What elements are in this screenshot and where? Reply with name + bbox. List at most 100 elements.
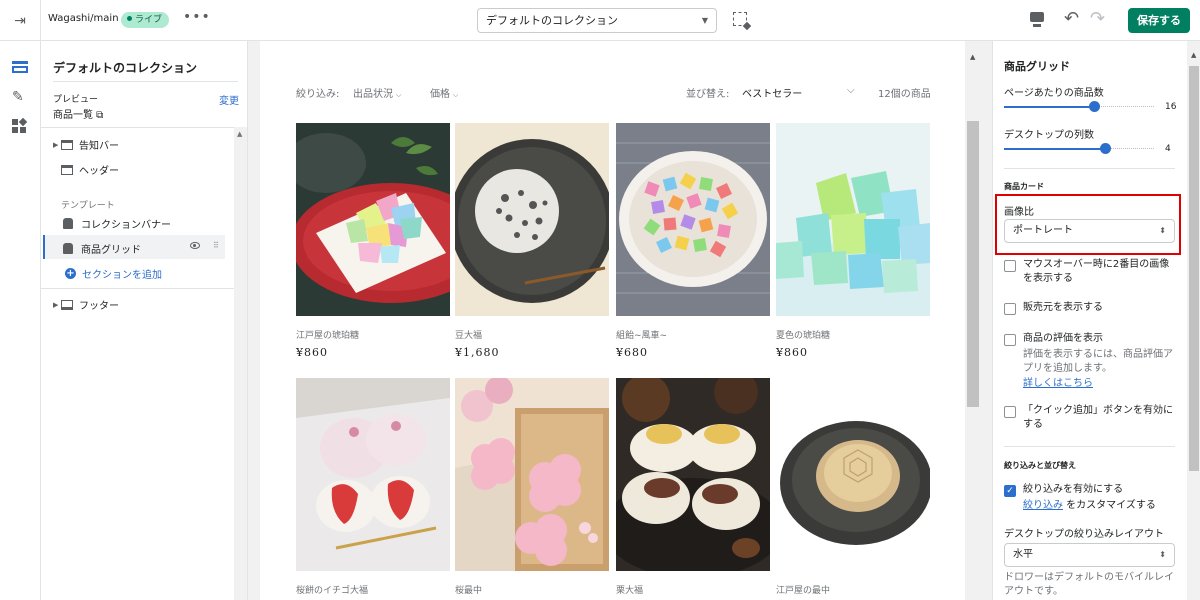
product-image[interactable] xyxy=(296,378,450,571)
divider xyxy=(41,127,234,128)
scroll-up-icon[interactable]: ▲ xyxy=(970,53,975,61)
image-ratio-value: ポートレート xyxy=(1013,225,1073,236)
customize-filter-link[interactable]: 絞り込み xyxy=(1023,500,1063,511)
quick-add-label: 「クイック追加」ボタンを有効にする xyxy=(1023,405,1173,430)
product-name[interactable]: 桜餅のイチゴ大福 xyxy=(296,583,368,596)
sidebar-scrollbar[interactable]: ▲ xyxy=(234,127,247,600)
chevron-right-icon[interactable]: ▶ xyxy=(53,301,61,309)
filter-layout-label: デスクトップの絞り込みレイアウト xyxy=(1004,529,1164,540)
learn-more-link[interactable]: 詳しくはこちら xyxy=(1023,377,1175,391)
image-ratio-select[interactable]: ポートレート ⬍ xyxy=(1004,219,1175,243)
scroll-thumb[interactable] xyxy=(967,121,979,407)
desktop-device-icon[interactable] xyxy=(1030,12,1044,28)
exit-icon[interactable]: ⇥ xyxy=(10,11,30,31)
save-button[interactable]: 保存する xyxy=(1128,8,1190,33)
product-image[interactable] xyxy=(455,123,609,316)
divider xyxy=(40,0,41,40)
products-per-page-value: 16 xyxy=(1165,102,1177,112)
inspector-icon[interactable] xyxy=(733,12,747,26)
product-price: ¥1,680 xyxy=(455,346,500,359)
filter-availability[interactable]: 出品状況 ⌵ xyxy=(353,85,401,100)
visibility-icon[interactable] xyxy=(190,242,200,249)
filter-price-label: 価格 xyxy=(430,89,450,100)
drag-handle-icon[interactable]: ⠿ xyxy=(213,241,219,250)
sidebar-item-label: ヘッダー xyxy=(79,166,119,177)
sort-select[interactable]: ベストセラー xyxy=(742,85,802,100)
hover-image-checkbox[interactable] xyxy=(1004,260,1016,272)
sidebar-item-announcement-bar[interactable]: ▶ 告知バー xyxy=(53,137,119,152)
sections-sidebar: デフォルトのコレクション プレビュー 変更 商品一覧 ⧉ ▶ 告知バー ヘッダー… xyxy=(41,41,248,600)
product-image[interactable] xyxy=(616,123,770,316)
sections-icon[interactable] xyxy=(12,59,28,75)
chevron-down-icon: ⌵ xyxy=(396,91,402,99)
live-badge: ライブ xyxy=(121,12,170,28)
product-name[interactable]: 夏色の琥珀糖 xyxy=(776,328,830,341)
live-dot-icon xyxy=(127,16,132,21)
products-per-page-slider[interactable] xyxy=(1004,101,1154,112)
app-embeds-icon[interactable] xyxy=(12,117,28,135)
sidebar-item-header[interactable]: ヘッダー xyxy=(53,162,119,177)
slider-knob[interactable] xyxy=(1089,101,1100,112)
plus-circle-icon: + xyxy=(65,268,76,279)
sidebar-item-footer[interactable]: ▶ フッター xyxy=(53,297,119,312)
add-section-label: セクションを追加 xyxy=(82,270,162,281)
product-name[interactable]: 桜最中 xyxy=(455,583,482,596)
theme-settings-icon[interactable]: ✎ xyxy=(12,89,28,105)
undo-icon[interactable]: ↶ xyxy=(1064,8,1079,29)
add-section-button[interactable]: + セクションを追加 xyxy=(65,266,162,281)
change-preview-link[interactable]: 変更 xyxy=(219,92,239,107)
sidebar-item-collection-banner[interactable]: コレクションバナー xyxy=(53,216,171,231)
select-caret-icon: ⬍ xyxy=(1159,226,1166,235)
scroll-up-icon[interactable]: ▲ xyxy=(1191,51,1196,59)
drawer-note: ドロワーはデフォルトのモバイルレイアウトです。 xyxy=(1004,572,1174,597)
template-select[interactable]: デフォルトのコレクション ▼ xyxy=(477,8,717,33)
theme-name: Wagashi/main xyxy=(48,13,119,24)
filter-layout-select[interactable]: 水平 ⬍ xyxy=(1004,543,1175,567)
preview-label: プレビュー xyxy=(53,95,99,105)
rating-checkbox[interactable] xyxy=(1004,334,1016,346)
rating-label: 商品の評価を表示 xyxy=(1023,333,1103,344)
enable-filter-checkbox[interactable]: ✓ xyxy=(1004,485,1016,497)
enable-filter-label: 絞り込みを有効にする xyxy=(1023,484,1124,495)
product-name[interactable]: 豆大福 xyxy=(455,328,482,341)
chevron-down-icon: ⌵ xyxy=(453,91,459,99)
slider-knob[interactable] xyxy=(1100,143,1111,154)
product-image[interactable] xyxy=(776,378,930,571)
customize-filter-text: 絞り込み をカスタマイズする xyxy=(1023,499,1175,513)
select-caret-icon: ⬍ xyxy=(1159,550,1166,559)
products-per-page-label: ページあたりの商品数 xyxy=(1004,88,1104,99)
columns-slider[interactable] xyxy=(1004,143,1154,154)
product-name[interactable]: 組飴~風車~ xyxy=(616,328,667,341)
product-price: ¥860 xyxy=(776,346,808,359)
redo-icon[interactable]: ↷ xyxy=(1090,8,1105,29)
scroll-thumb[interactable] xyxy=(1189,66,1199,471)
hover-image-label: マウスオーバー時に2番目の画像を表示する xyxy=(1023,259,1170,284)
divider xyxy=(53,81,238,82)
product-image[interactable] xyxy=(616,378,770,571)
product-image[interactable] xyxy=(296,123,450,316)
vendor-checkbox[interactable] xyxy=(1004,303,1016,315)
sort-label: 並び替え: xyxy=(686,89,730,100)
filter-price[interactable]: 価格 ⌵ xyxy=(430,85,458,100)
chevron-right-icon[interactable]: ▶ xyxy=(53,141,61,149)
more-actions-icon[interactable]: ••• xyxy=(183,9,211,25)
quick-add-checkbox[interactable] xyxy=(1004,406,1016,418)
product-image[interactable] xyxy=(455,378,609,571)
top-bar: ⇥ Wagashi/main ライブ ••• デフォルトのコレクション ▼ ↶ … xyxy=(0,0,1200,41)
preview-scrollbar[interactable]: ▲ xyxy=(965,41,982,600)
product-price: ¥680 xyxy=(616,346,648,359)
preview-page: 商品一覧 ⧉ xyxy=(53,110,104,121)
product-name[interactable]: 江戸屋の最中 xyxy=(776,583,830,596)
divider xyxy=(1004,168,1175,169)
divider xyxy=(41,288,234,289)
columns-label: デスクトップの列数 xyxy=(1004,130,1094,141)
settings-title: 商品グリッド xyxy=(1004,60,1070,73)
sidebar-item-product-grid[interactable]: 商品グリッド xyxy=(53,241,141,256)
product-count: 12個の商品 xyxy=(878,89,931,100)
sidebar-item-label: 商品グリッド xyxy=(81,245,141,256)
settings-scrollbar[interactable]: ▲ xyxy=(1187,41,1200,600)
product-name[interactable]: 栗大福 xyxy=(616,583,643,596)
filter-label: 絞り込み: xyxy=(296,89,340,100)
product-name[interactable]: 江戸屋の琥珀糖 xyxy=(296,328,359,341)
product-image[interactable] xyxy=(776,123,930,316)
